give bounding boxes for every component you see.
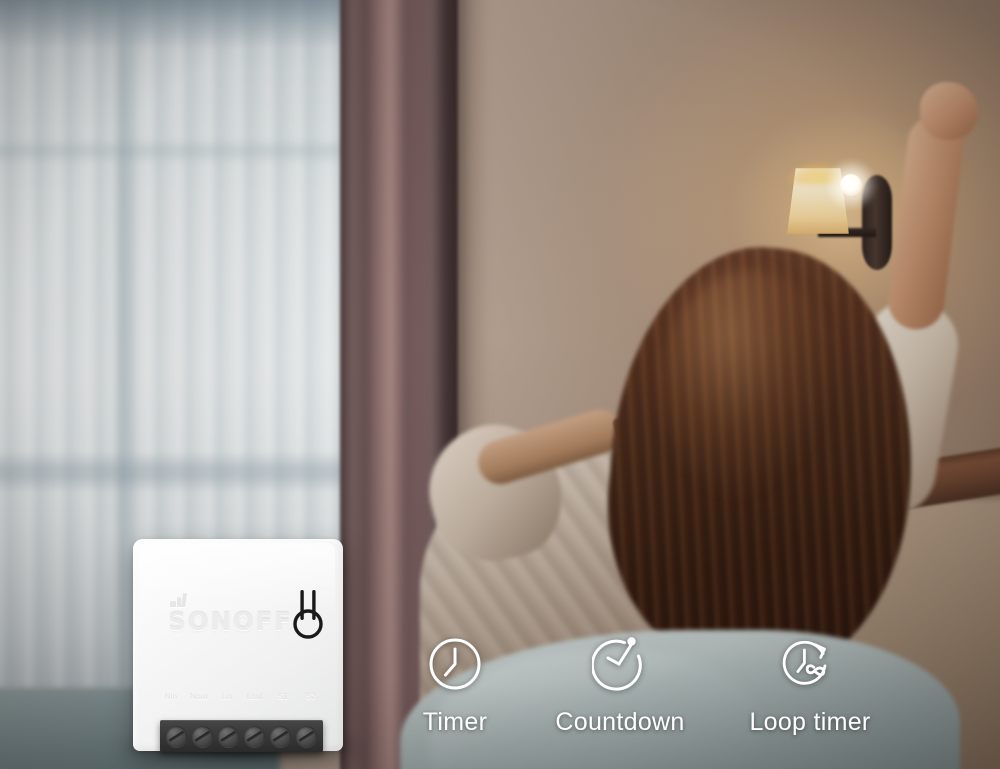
feature-countdown[interactable]: Countdown: [530, 636, 710, 737]
product-feature-scene: SONOFF Nin Nout Lin Lout S1 S2 Timer Cou…: [0, 0, 1000, 769]
stopwatch-icon: [592, 637, 642, 691]
clock-loop-infinity-icon: [782, 640, 827, 685]
feature-label: Loop timer: [749, 708, 871, 736]
terminal-block: [160, 720, 323, 752]
clock-icon: [429, 638, 481, 690]
terminal-screw: [191, 725, 213, 747]
feature-label: Countdown: [555, 708, 685, 736]
terminal-screw: [217, 725, 239, 747]
feature-list: Timer Countdown Loop timer: [380, 636, 940, 756]
terminal-screw: [165, 725, 187, 747]
feature-timer[interactable]: Timer: [380, 636, 530, 737]
terminal-screw: [270, 725, 292, 747]
terminal-screw: [244, 725, 266, 747]
light-indicator-dot[interactable]: [840, 174, 862, 196]
feature-loop-timer[interactable]: Loop timer: [710, 636, 910, 737]
feature-label: Timer: [422, 708, 488, 736]
terminal-screw: [296, 725, 318, 747]
